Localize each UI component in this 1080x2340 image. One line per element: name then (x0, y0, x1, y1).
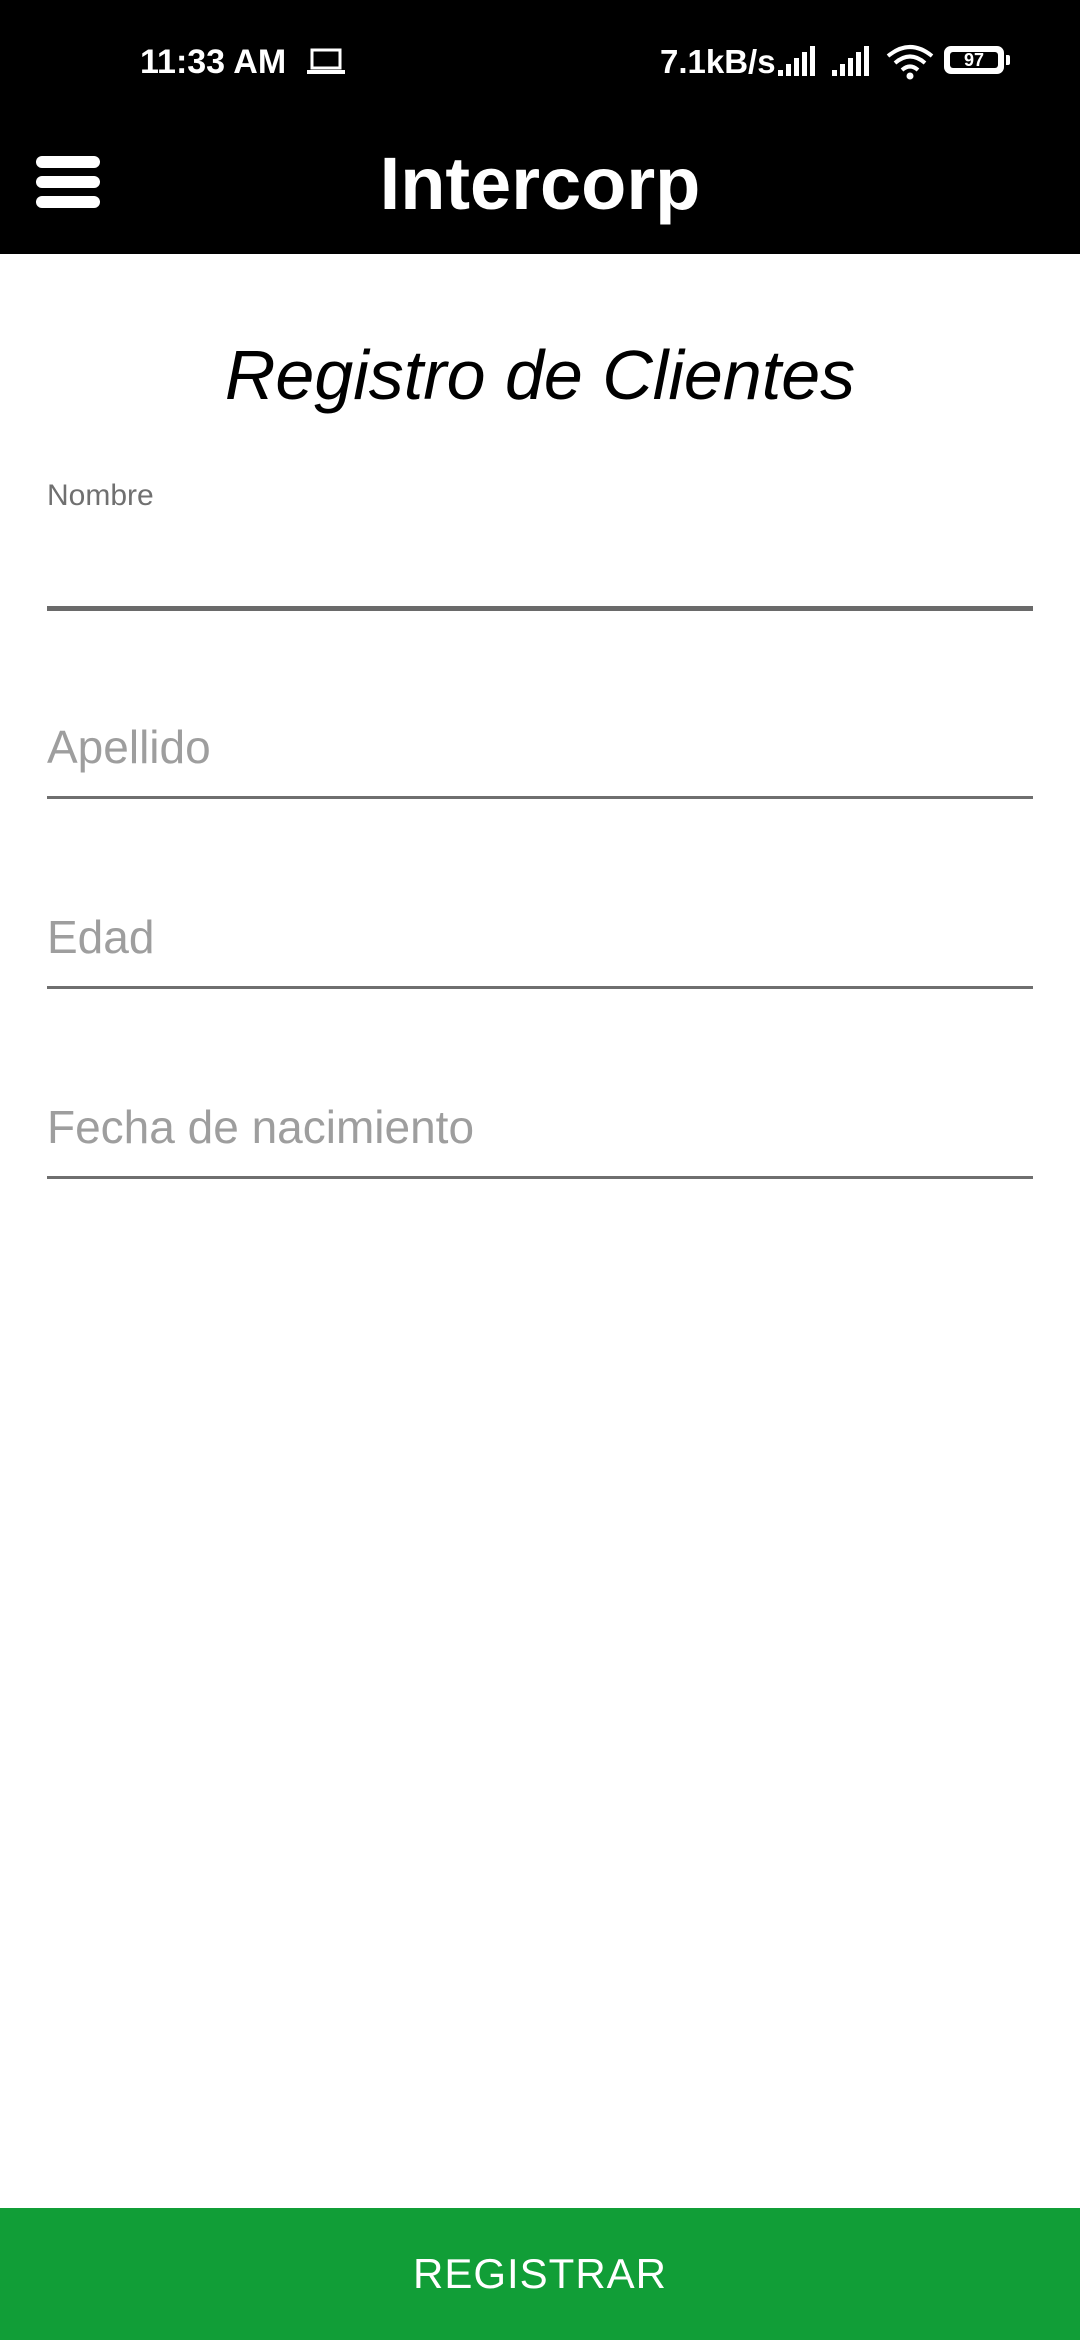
nombre-label: Nombre (47, 479, 154, 512)
battery-level: 97 (950, 51, 998, 69)
signal-icon (832, 46, 869, 76)
nombre-field: Nombre (47, 476, 1033, 616)
signal-icon (778, 46, 815, 76)
edad-input[interactable] (47, 902, 1033, 972)
nombre-underline (47, 606, 1033, 611)
apellido-field (47, 712, 1033, 802)
laptop-icon (307, 48, 345, 74)
nombre-input[interactable] (47, 524, 1033, 594)
fecha-nacimiento-underline (47, 1176, 1033, 1179)
status-bar: 11:33 AM 7.1kB/s 97 (0, 0, 1080, 124)
battery-icon: 97 (944, 46, 1014, 78)
register-button[interactable]: REGISTRAR (0, 2208, 1080, 2340)
battery-tip (1006, 55, 1010, 65)
edad-field (47, 902, 1033, 992)
edad-underline (47, 986, 1033, 989)
app-title: Intercorp (379, 142, 701, 225)
battery-body: 97 (944, 46, 1004, 74)
wifi-icon (886, 45, 934, 80)
network-speed: 7.1kB/s (660, 43, 776, 80)
status-time: 11:33 AM (140, 43, 287, 81)
app-bar: Intercorp (0, 124, 1080, 254)
apellido-input[interactable] (47, 712, 1033, 782)
fecha-nacimiento-field (47, 1092, 1033, 1182)
fecha-nacimiento-input[interactable] (47, 1092, 1033, 1162)
page-title: Registro de Clientes (224, 336, 856, 414)
registration-screen: 11:33 AM 7.1kB/s 97 Intercorp Registro d… (0, 0, 1080, 2340)
apellido-underline (47, 796, 1033, 799)
